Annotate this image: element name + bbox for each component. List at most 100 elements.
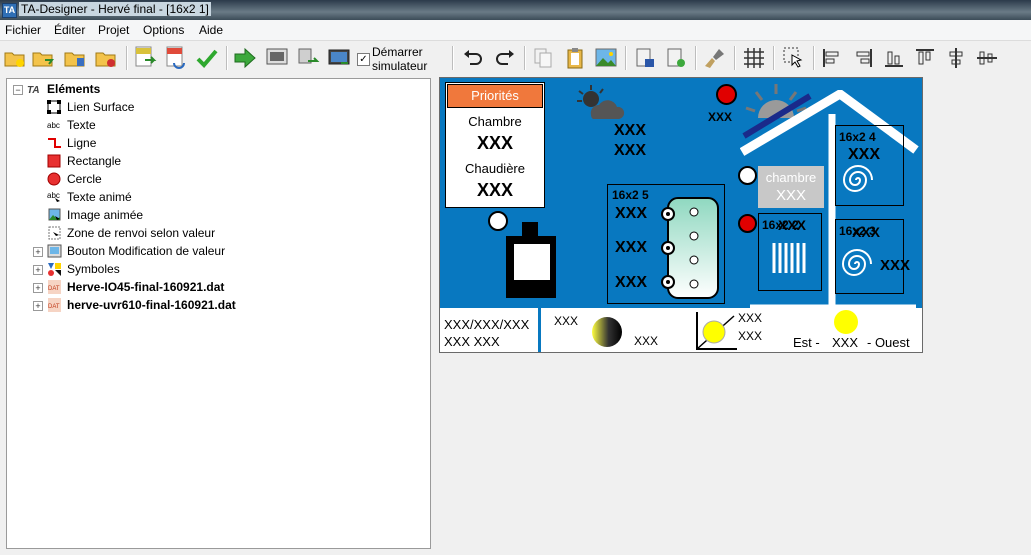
dat-file-icon: DAT: [48, 280, 61, 294]
page-lock-icon[interactable]: [633, 46, 657, 70]
align-top-icon[interactable]: [913, 46, 937, 70]
grid-icon[interactable]: [742, 46, 766, 70]
rectangle-icon: [47, 154, 61, 168]
sun-value-2: XXX: [738, 329, 763, 343]
moon-value-2: XXX: [634, 334, 659, 348]
transfer-icon[interactable]: [296, 46, 320, 70]
menu-fichier[interactable]: Fichier: [5, 23, 41, 37]
brush-icon[interactable]: [703, 46, 727, 70]
boiler-icon: [506, 222, 556, 298]
tree-item-label: Symboles: [67, 262, 120, 276]
menu-bar: Fichier Éditer Projet Options Aide: [0, 20, 1031, 41]
sun-position-dot: [834, 310, 858, 334]
storage-tank-icon: [661, 197, 719, 299]
tree-collapse-toggle[interactable]: −: [13, 85, 23, 95]
panel4-title: 16x2 4: [839, 130, 876, 144]
tree-item-label: Lien Surface: [67, 100, 135, 114]
align-right-icon[interactable]: [851, 46, 875, 70]
tree-root-label: Eléments: [47, 82, 101, 96]
bottom-left-line2: XXX XXX: [444, 334, 500, 349]
page-export-icon[interactable]: [664, 46, 688, 70]
priorities-header: Priorités: [447, 84, 543, 108]
tree-item-label: Bouton Modification de valeur: [67, 244, 226, 258]
weather-value-2: XXX: [614, 142, 647, 159]
link-surface-icon: [47, 100, 61, 114]
tree-item-label: Cercle: [67, 172, 102, 186]
panel5-value-1: XXX: [615, 205, 648, 222]
align-center-v-icon[interactable]: [944, 46, 968, 70]
close-folder-icon[interactable]: [94, 46, 118, 70]
app-icon: TA: [2, 3, 17, 18]
chambre-small-value: XXX: [775, 187, 806, 204]
est-label: Est -: [793, 335, 820, 350]
animated-text-icon: abc: [47, 191, 60, 202]
menu-options[interactable]: Options: [143, 23, 184, 37]
redo-icon[interactable]: [493, 46, 517, 70]
menu-editer[interactable]: Éditer: [54, 23, 85, 37]
new-folder-icon[interactable]: [3, 46, 27, 70]
elements-tree: − TA Eléments Lien Surface abc Texte Lig…: [6, 78, 431, 549]
copy-icon[interactable]: [531, 46, 555, 70]
tree-expand-toggle[interactable]: +: [33, 283, 43, 293]
align-center-h-icon[interactable]: [975, 46, 999, 70]
chambre-value: XXX: [476, 133, 514, 153]
room-led-red: [738, 214, 757, 233]
title-bar: TA TA-Designer - Hervé final - [16x2 1]: [0, 0, 1031, 20]
circle-icon: [47, 172, 61, 186]
ta-logo-icon: TA: [27, 85, 40, 96]
screen-icon[interactable]: [265, 46, 289, 70]
tree-item-label: Texte: [67, 118, 96, 132]
symbols-icon: [48, 263, 61, 276]
panel2-value: XXX: [778, 217, 807, 233]
ouest-label: - Ouest: [867, 335, 910, 350]
tree-item-label: Zone de renvoi selon valeur: [67, 226, 216, 240]
room-led-white: [738, 166, 757, 185]
folder-icon[interactable]: [63, 46, 87, 70]
sun-azimuth-value: XXX: [832, 335, 859, 350]
refresh-dat-icon[interactable]: [164, 46, 188, 70]
panel5-title: 16x2 5: [612, 188, 649, 202]
moon-phase-icon: [592, 317, 622, 347]
bottom-left-line1: XXX/XXX/XXX: [444, 317, 530, 332]
line-icon: [48, 138, 61, 148]
weather-cloud-sun-icon: [577, 85, 625, 119]
panel3-value: XXX: [852, 224, 881, 240]
simulator-checkbox[interactable]: ✓: [357, 53, 370, 66]
menu-aide[interactable]: Aide: [199, 23, 223, 37]
design-canvas[interactable]: Priorités Chambre XXX Chaudière XXX XXX …: [439, 77, 923, 353]
image-icon[interactable]: [594, 46, 618, 70]
zone-link-icon: [48, 226, 61, 240]
undo-icon[interactable]: [461, 46, 485, 70]
paste-icon[interactable]: [563, 46, 587, 70]
value-button-icon: [47, 244, 62, 258]
tree-expand-toggle[interactable]: +: [33, 265, 43, 275]
tree-item-label: Rectangle: [67, 154, 122, 168]
tree-item-label: Herve-IO45-final-160921.dat: [67, 280, 225, 294]
radiator-icon: [772, 243, 806, 273]
window-title: TA-Designer - Hervé final - [16x2 1]: [19, 2, 211, 16]
tree-item-label: Image animée: [67, 208, 144, 222]
floor-heating-spiral-icon-2: [841, 249, 872, 276]
align-left-icon[interactable]: [820, 46, 844, 70]
simulator-label: Démarrer simulateur: [372, 45, 427, 73]
monitor-icon[interactable]: [327, 46, 351, 70]
chambre-small-label: chambre: [765, 170, 817, 185]
svg-text:DAT: DAT: [48, 304, 60, 310]
open-folder-icon[interactable]: [31, 46, 55, 70]
tree-expand-toggle[interactable]: +: [33, 247, 43, 257]
panel5-value-2: XXX: [615, 239, 648, 256]
tree-expand-toggle[interactable]: +: [33, 301, 43, 311]
svg-text:abc: abc: [47, 191, 60, 200]
menu-projet[interactable]: Projet: [98, 23, 129, 37]
chaudiere-label: Chaudière: [465, 161, 525, 176]
import-dat-icon[interactable]: [133, 46, 157, 70]
panel3-value-2: XXX: [880, 257, 911, 274]
run-arrow-icon[interactable]: [233, 46, 257, 70]
chaudiere-value: XXX: [476, 180, 514, 200]
tree-item-label: Texte animé: [67, 190, 132, 204]
floor-heating-spiral-icon: [842, 165, 873, 192]
align-bottom-icon[interactable]: [882, 46, 906, 70]
dat-file-icon: DAT: [48, 298, 61, 312]
validate-icon[interactable]: [195, 46, 219, 70]
select-pointer-icon[interactable]: [782, 46, 806, 70]
